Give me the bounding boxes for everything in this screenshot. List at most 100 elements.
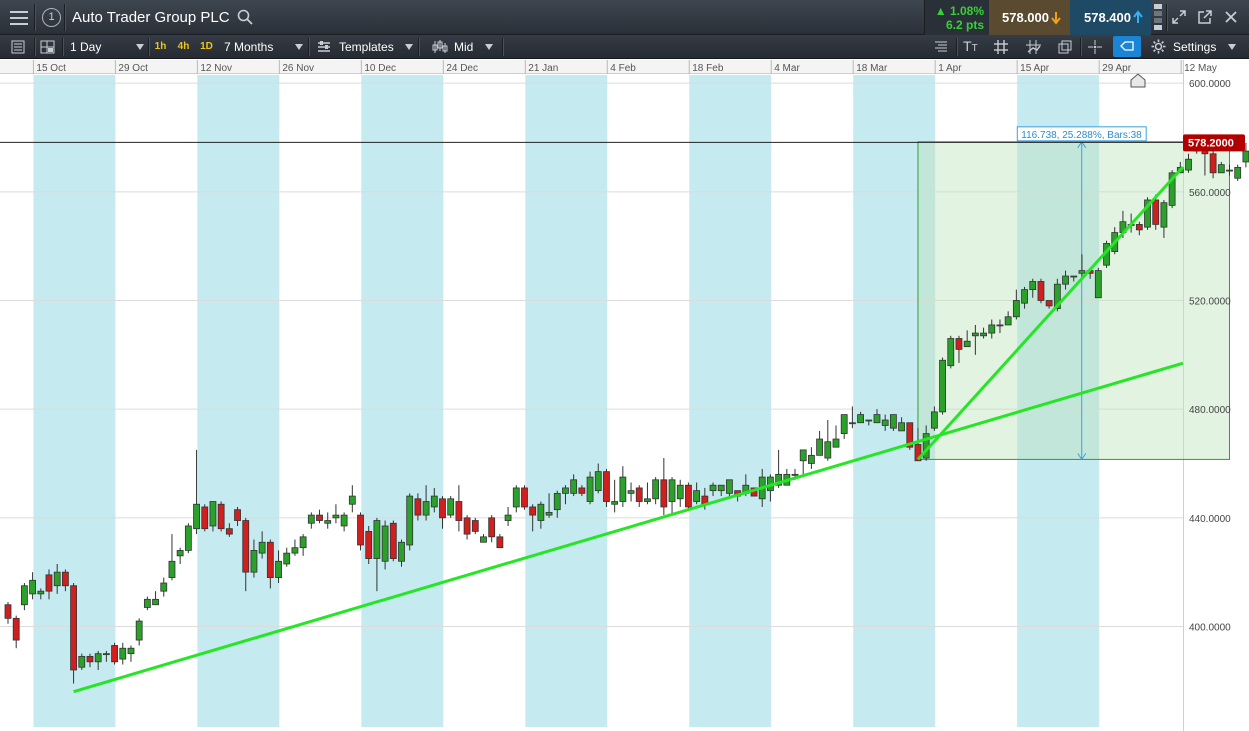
candle-body bbox=[250, 550, 258, 573]
candle-body bbox=[447, 498, 455, 516]
candle-body bbox=[381, 525, 389, 562]
candle-body bbox=[307, 514, 315, 524]
candle-body bbox=[406, 495, 414, 546]
candle-body bbox=[709, 484, 717, 492]
candle-body bbox=[78, 655, 86, 668]
candle-body bbox=[660, 479, 668, 508]
candle-body bbox=[1185, 158, 1192, 171]
candle-body bbox=[553, 492, 561, 511]
candle-body bbox=[1004, 316, 1012, 326]
candle-body bbox=[217, 503, 225, 530]
candle-body bbox=[258, 541, 266, 554]
candle-body bbox=[439, 498, 446, 519]
date-tick-label: 12 Nov bbox=[200, 63, 232, 74]
candle-body bbox=[939, 359, 946, 413]
date-tick-label: 4 Feb bbox=[610, 63, 636, 74]
candle-body bbox=[504, 514, 512, 521]
candle-body bbox=[635, 487, 643, 502]
candle-body bbox=[471, 520, 479, 532]
candle-body bbox=[1021, 289, 1028, 304]
candle-body bbox=[955, 338, 963, 350]
candle-body bbox=[848, 422, 856, 425]
candle-body bbox=[537, 503, 545, 521]
date-tick-label: 15 Apr bbox=[1020, 63, 1050, 74]
candle-body bbox=[127, 647, 135, 655]
date-tick-label: 1 Apr bbox=[938, 63, 962, 74]
candle-body bbox=[332, 514, 340, 519]
candle-body bbox=[373, 520, 381, 559]
candle-body bbox=[562, 487, 569, 494]
candle-body bbox=[644, 498, 651, 502]
date-tick-label: 29 Apr bbox=[1102, 63, 1132, 74]
candle-body bbox=[668, 479, 676, 502]
candle-body bbox=[12, 617, 20, 641]
candle-body bbox=[455, 501, 463, 521]
candle-body bbox=[1135, 224, 1143, 231]
candle-body bbox=[1070, 275, 1078, 278]
candle-body bbox=[1209, 153, 1217, 174]
candle-body bbox=[791, 473, 799, 476]
candle-body bbox=[726, 479, 733, 494]
candle-body bbox=[578, 487, 586, 494]
date-tick-label: 4 Mar bbox=[774, 63, 800, 74]
candle-body bbox=[1045, 300, 1053, 307]
candle-body bbox=[963, 340, 971, 348]
candle-body bbox=[135, 620, 143, 641]
candle-body bbox=[496, 536, 504, 549]
candle-body bbox=[45, 574, 53, 592]
candle-body bbox=[808, 454, 815, 464]
candle-body bbox=[685, 484, 692, 508]
candle-body bbox=[1234, 166, 1242, 179]
candle-body bbox=[1012, 300, 1020, 318]
date-tick-label: 10 Dec bbox=[364, 63, 396, 74]
candle-body bbox=[389, 522, 397, 559]
candle-body bbox=[160, 582, 168, 592]
candle-body bbox=[102, 653, 110, 656]
candle-body bbox=[1217, 164, 1225, 174]
price-chart[interactable]: 116.738, 25.288%, Bars:38 578.2000 15 Oc… bbox=[0, 0, 1249, 731]
candle-body bbox=[143, 598, 151, 608]
candle-body bbox=[971, 332, 979, 337]
candle-body bbox=[398, 541, 405, 562]
candle-body bbox=[4, 604, 12, 619]
candle-body bbox=[881, 419, 889, 426]
candle-body bbox=[611, 501, 619, 505]
candle-body bbox=[824, 441, 832, 459]
candle-body bbox=[463, 517, 471, 535]
price-tick-label: 440.0000 bbox=[1189, 514, 1231, 525]
candle-body bbox=[627, 490, 635, 494]
period-band bbox=[361, 75, 444, 727]
candle-body bbox=[119, 647, 127, 660]
candle-body bbox=[1226, 169, 1233, 172]
candle-body bbox=[266, 541, 274, 578]
measure-box[interactable] bbox=[917, 141, 1231, 460]
candle-body bbox=[29, 579, 36, 595]
home-icon[interactable] bbox=[1130, 73, 1146, 93]
candle-body bbox=[168, 560, 176, 578]
candle-body bbox=[209, 501, 217, 527]
candle-body bbox=[603, 471, 610, 502]
candle-body bbox=[234, 509, 241, 521]
price-tick-label: 480.0000 bbox=[1189, 405, 1231, 416]
candle-body bbox=[840, 414, 848, 435]
date-tick-label: 18 Feb bbox=[692, 63, 724, 74]
candle-body bbox=[594, 471, 602, 492]
date-tick-label: 12 May bbox=[1184, 63, 1217, 74]
candle-body bbox=[365, 531, 373, 559]
candle-body bbox=[545, 511, 553, 516]
candle-body bbox=[898, 422, 905, 432]
candle-body bbox=[86, 655, 94, 663]
candle-body bbox=[357, 514, 364, 546]
date-tick-label: 29 Oct bbox=[118, 63, 148, 74]
candle-body bbox=[283, 552, 291, 565]
candle-body bbox=[430, 495, 438, 508]
candle-body bbox=[340, 514, 348, 527]
candle-body bbox=[348, 495, 356, 505]
candle-body bbox=[570, 479, 578, 494]
candle-body bbox=[816, 438, 824, 456]
candle-body bbox=[1152, 199, 1160, 225]
period-band bbox=[525, 75, 608, 727]
date-tick-label: 15 Oct bbox=[36, 63, 66, 74]
candle-body bbox=[832, 438, 840, 448]
price-tick-label: 560.0000 bbox=[1189, 188, 1231, 199]
